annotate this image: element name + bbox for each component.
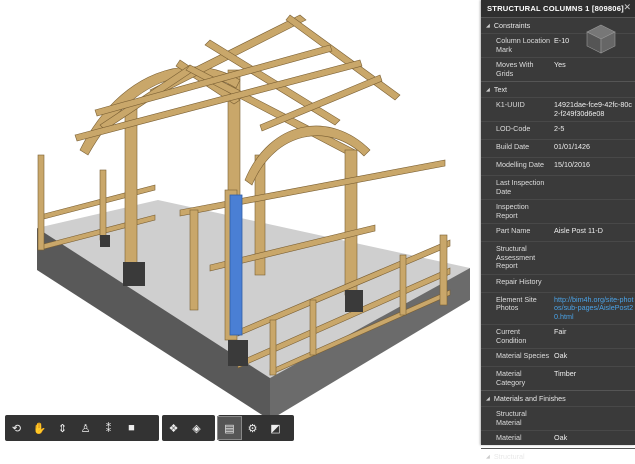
selected-column xyxy=(229,194,243,336)
property-value: Oak xyxy=(554,351,568,360)
property-row: Part Name Aisle Post 11-D xyxy=(481,223,635,241)
property-key: Repair History xyxy=(496,276,542,286)
property-row: Inspection Report xyxy=(481,199,635,223)
settings-toolbar: ▤ ⚙ ◩ xyxy=(217,415,294,441)
property-value: Fair xyxy=(554,327,567,336)
zoom-icon[interactable]: ⇕ xyxy=(51,417,74,439)
section-label: Text xyxy=(493,85,508,94)
panel-title: STRUCTURAL COLUMNS 1 [809806] xyxy=(481,0,635,17)
post xyxy=(37,154,45,251)
walk-icon[interactable]: ⁑ xyxy=(97,417,120,439)
property-key: Material Category xyxy=(496,369,526,387)
site-photos-link[interactable]: http://bim4h.org/site-photos/sub-pages/A… xyxy=(550,295,635,322)
property-value xyxy=(550,179,635,196)
properties-icon[interactable]: ▤ xyxy=(217,416,242,440)
post xyxy=(399,254,407,316)
property-row: Last Inspection Date xyxy=(481,175,635,199)
property-key: Modelling Date xyxy=(496,160,544,169)
property-key: Current Condition xyxy=(496,327,527,345)
property-value: 15/10/2016 xyxy=(554,160,590,169)
property-row: Structural Material xyxy=(481,406,635,430)
property-value xyxy=(550,203,635,220)
property-key: Moves With Grids xyxy=(496,60,534,78)
post xyxy=(439,234,448,306)
model-toolbar: ❖ ◈ xyxy=(162,415,215,441)
collapse-arrow-icon[interactable]: ◢ xyxy=(486,396,490,402)
collapse-arrow-icon[interactable]: ◢ xyxy=(486,454,490,460)
property-row: Build Date 01/01/1426 xyxy=(481,139,635,157)
property-value: 01/01/1426 xyxy=(554,142,590,151)
post xyxy=(344,149,358,296)
property-row: Repair History xyxy=(481,273,635,292)
property-key: Material xyxy=(496,433,522,442)
property-key: K1-UUID xyxy=(496,100,525,109)
section-materials[interactable]: ◢ Materials and Finishes xyxy=(481,390,635,406)
property-row: Current Condition Fair xyxy=(481,324,635,348)
plinth xyxy=(123,262,145,286)
property-row: Moves With Grids Yes xyxy=(481,57,635,81)
pan-icon[interactable]: ✋ xyxy=(28,417,51,439)
settings-icon[interactable]: ⚙ xyxy=(241,417,264,439)
property-key: Element Site Photos xyxy=(496,294,537,312)
plinth xyxy=(345,290,363,312)
plinth xyxy=(228,340,248,366)
property-key: Part Name xyxy=(496,226,531,235)
post xyxy=(189,209,199,311)
property-value: 14921dae-fce9-42fc-80c2-f249f30d6e08 xyxy=(554,100,632,118)
property-row: Modelling Date 15/10/2016 xyxy=(481,157,635,175)
property-value: Timber xyxy=(554,369,577,378)
property-key: Material Species xyxy=(496,351,550,360)
property-value: Yes xyxy=(554,60,566,69)
section-label: Constraints xyxy=(493,21,531,30)
property-key: Last Inspection Date xyxy=(496,178,545,196)
property-key: Inspection Report xyxy=(496,202,529,220)
property-value: Oak xyxy=(554,433,568,442)
property-row: Structural Assessment Report xyxy=(481,241,635,274)
property-row: Material Category Timber xyxy=(481,366,635,390)
property-row: LOD-Code 2-5 xyxy=(481,121,635,139)
property-row: Element Site Photos http://bim4h.org/sit… xyxy=(481,291,635,325)
collapse-arrow-icon[interactable]: ◢ xyxy=(486,23,490,29)
model-browser-icon[interactable]: ◈ xyxy=(185,417,208,439)
properties-panel: STRUCTURAL COLUMNS 1 [809806] ✕ ◢ Constr… xyxy=(481,0,635,461)
beam xyxy=(179,159,446,217)
property-key: Build Date xyxy=(496,142,530,151)
property-value xyxy=(550,410,635,427)
person-icon[interactable]: ♙ xyxy=(74,417,97,439)
section-label: Structural xyxy=(493,452,525,461)
property-key: Column Location Mark xyxy=(496,36,550,54)
collapse-arrow-icon[interactable]: ◢ xyxy=(486,87,490,93)
property-row: K1-UUID 14921dae-fce9-42fc-80c2-f249f30d… xyxy=(481,97,635,121)
fullscreen-icon[interactable]: ◩ xyxy=(264,417,287,439)
property-key: LOD-Code xyxy=(496,124,531,133)
property-row: Material Species Oak xyxy=(481,348,635,366)
property-value: 2-5 xyxy=(554,124,565,133)
navigation-toolbar: ⟲ ✋ ⇕ ♙ ⁑ ■ xyxy=(5,415,159,441)
section-structural[interactable]: ◢ Structural xyxy=(481,448,635,464)
orbit-icon[interactable]: ⟲ xyxy=(5,417,28,439)
post xyxy=(269,319,277,376)
property-value: Aisle Post 11-D xyxy=(554,226,603,235)
property-value xyxy=(550,245,635,271)
property-value xyxy=(550,278,635,289)
explode-icon[interactable]: ❖ xyxy=(162,417,185,439)
camera-icon[interactable]: ■ xyxy=(120,417,143,439)
property-key: Structural Material xyxy=(496,409,527,427)
close-icon[interactable]: ✕ xyxy=(623,2,631,13)
view-cube-icon[interactable] xyxy=(584,22,618,56)
section-label: Materials and Finishes xyxy=(493,394,566,403)
property-row: Material Oak xyxy=(481,430,635,448)
section-text[interactable]: ◢ Text xyxy=(481,81,635,97)
property-key: Structural Assessment Report xyxy=(496,244,536,270)
post xyxy=(309,299,317,356)
plinth xyxy=(100,235,110,247)
post xyxy=(99,169,107,241)
